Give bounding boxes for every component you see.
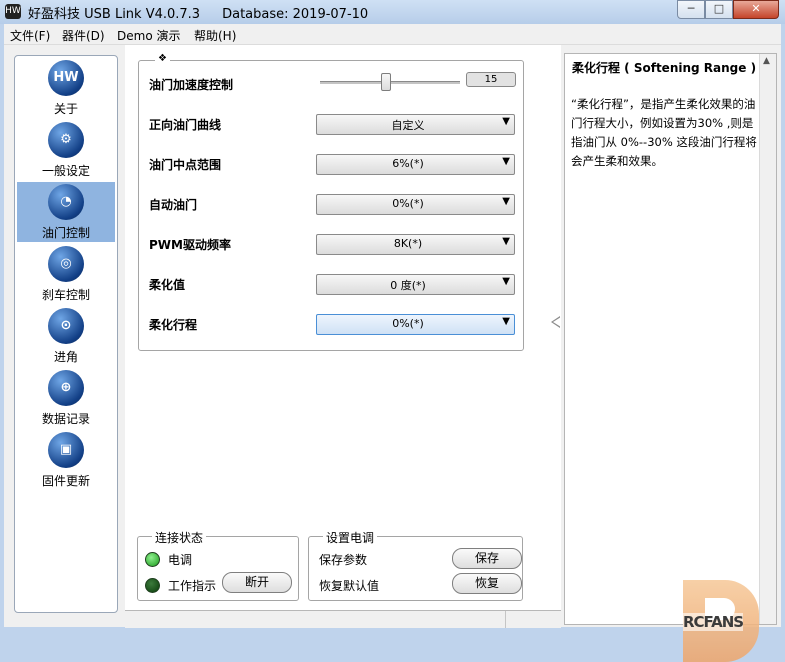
- menu-demo[interactable]: Demo 演示: [117, 27, 180, 44]
- nav-item-about[interactable]: HW 关于: [17, 58, 115, 118]
- select-value: 8K(*): [393, 237, 423, 250]
- softening-value-label: 柔化值: [149, 278, 186, 292]
- rcfans-watermark: RCFANS: [683, 580, 777, 662]
- nav-item-timing[interactable]: ⊙ 进角: [17, 306, 115, 366]
- nav-item-throttle[interactable]: ◔ 油门控制: [17, 182, 115, 242]
- database-date: Database: 2019-07-10: [222, 7, 369, 22]
- dropdown-arrow-icon: ▼: [502, 236, 510, 247]
- softening-range-label: 柔化行程: [149, 318, 198, 332]
- group-marker: ❖: [155, 53, 170, 64]
- pwm-frequency-select[interactable]: 8K(*) ▼: [316, 234, 515, 255]
- nav-panel: HW 关于 ⚙ 一般设定 ◔ 油门控制 ◎ 刹车控制 ⊙ 进角 ⊕ 数据记录 ▣…: [14, 55, 118, 613]
- main-panel: ❖ 油门加速度控制 15 正向油门曲线 自定义 ▼ 油门中点范围 6%(*) ▼…: [125, 45, 561, 628]
- menu-device[interactable]: 器件(D): [62, 27, 105, 44]
- motor-timing-icon: ⊙: [48, 308, 84, 344]
- dropdown-arrow-icon: ▼: [502, 156, 510, 167]
- gears-icon: ⚙: [48, 122, 84, 158]
- menu-file[interactable]: 文件(F): [10, 27, 50, 44]
- esc-settings-title: 设置电调: [323, 529, 378, 546]
- forward-curve-select[interactable]: 自定义 ▼: [316, 114, 515, 135]
- throttle-accel-value: 15: [466, 72, 516, 87]
- softening-range-select[interactable]: 0%(*) ▼: [316, 314, 515, 335]
- nav-item-data-log[interactable]: ⊕ 数据记录: [17, 368, 115, 428]
- close-button[interactable]: ✕: [733, 0, 779, 19]
- softening-value-select[interactable]: 0 度(*) ▼: [316, 274, 515, 295]
- globe-grid-icon: ⊕: [48, 370, 84, 406]
- status-segment: [125, 611, 506, 628]
- connection-status-title: 连接状态: [152, 529, 207, 546]
- select-value: 0%(*): [392, 197, 424, 210]
- neutral-range-select[interactable]: 6%(*) ▼: [316, 154, 515, 175]
- select-value: 0 度(*): [390, 279, 426, 292]
- brake-disc-icon: ◎: [48, 246, 84, 282]
- maximize-button[interactable]: □: [705, 0, 733, 19]
- scroll-up-icon[interactable]: ▲: [763, 56, 770, 66]
- nav-item-label: 固件更新: [41, 474, 90, 488]
- select-value: 自定义: [391, 119, 425, 132]
- hw-logo-icon: HW: [48, 60, 84, 96]
- dropdown-arrow-icon: ▼: [502, 116, 510, 127]
- watermark-text: RCFANS: [683, 613, 744, 631]
- help-scrollbar[interactable]: ▲: [759, 54, 776, 624]
- select-value: 0%(*): [392, 317, 424, 330]
- auto-throttle-select[interactable]: 0%(*) ▼: [316, 194, 515, 215]
- dropdown-arrow-icon: ▼: [502, 276, 510, 287]
- neutral-range-label: 油门中点范围: [149, 158, 222, 172]
- dropdown-arrow-icon: ▼: [502, 316, 510, 327]
- save-button[interactable]: 保存: [452, 548, 522, 569]
- restore-defaults-label: 恢复默认值: [319, 579, 380, 593]
- throttle-accel-slider[interactable]: [320, 73, 460, 91]
- pwm-frequency-label: PWM驱动频率: [149, 238, 231, 252]
- speedometer-icon: ◔: [48, 184, 84, 220]
- nav-item-firmware[interactable]: ▣ 固件更新: [17, 430, 115, 490]
- nav-item-label: 一般设定: [41, 164, 90, 178]
- restore-button[interactable]: 恢复: [452, 573, 522, 594]
- throttle-settings-group: ❖ 油门加速度控制 15 正向油门曲线 自定义 ▼ 油门中点范围 6%(*) ▼…: [138, 53, 524, 351]
- client-area: HW 关于 ⚙ 一般设定 ◔ 油门控制 ◎ 刹车控制 ⊙ 进角 ⊕ 数据记录 ▣…: [4, 45, 781, 662]
- nav-item-label: 油门控制: [41, 226, 90, 240]
- hw-logo-icon: HW: [5, 4, 21, 19]
- status-bar: [125, 610, 561, 628]
- window-controls: ─ □ ✕: [677, 0, 779, 19]
- auto-throttle-label: 自动油门: [149, 198, 198, 212]
- forward-curve-label: 正向油门曲线: [149, 118, 222, 132]
- help-title: 柔化行程 ( Softening Range ): [572, 61, 757, 75]
- info-pointer: [551, 316, 561, 328]
- select-value: 6%(*): [392, 157, 424, 170]
- nav-item-label: 刹车控制: [41, 288, 90, 302]
- esc-settings-group: 设置电调 保存参数 保存 恢复默认值 恢复: [308, 529, 523, 601]
- connection-status-group: 连接状态 电调 工作指示 断开: [137, 529, 299, 601]
- app-title: 好盈科技 USB Link V4.0.7.3: [28, 7, 201, 22]
- nav-item-label: 数据记录: [41, 412, 90, 426]
- nav-item-label: 关于: [53, 102, 78, 116]
- window-title: 好盈科技 USB Link V4.0.7.3 Database: 2019-07-…: [28, 3, 368, 22]
- nav-item-brake[interactable]: ◎ 刹车控制: [17, 244, 115, 304]
- chip-icon: ▣: [48, 432, 84, 468]
- work-indicator-label: 工作指示: [168, 579, 217, 593]
- help-text: “柔化行程”，是指产生柔化效果的油门行程大小，例如设置为30% ,则是指油门从 …: [571, 97, 757, 168]
- throttle-accel-label: 油门加速度控制: [149, 78, 234, 92]
- esc-status-led: [145, 552, 160, 567]
- nav-item-general[interactable]: ⚙ 一般设定: [17, 120, 115, 180]
- slider-thumb[interactable]: [381, 73, 391, 91]
- menu-help[interactable]: 帮助(H): [194, 27, 236, 44]
- work-indicator-led: [145, 578, 160, 593]
- help-panel: 柔化行程 ( Softening Range ) “柔化行程”，是指产生柔化效果…: [564, 53, 777, 625]
- nav-item-label: 进角: [53, 350, 78, 364]
- minimize-button[interactable]: ─: [677, 0, 705, 19]
- disconnect-button[interactable]: 断开: [222, 572, 292, 593]
- esc-status-label: 电调: [168, 553, 193, 567]
- menu-bar: 文件(F) 器件(D) Demo 演示 帮助(H): [4, 24, 781, 45]
- title-bar: HW 好盈科技 USB Link V4.0.7.3 Database: 2019-…: [0, 0, 785, 24]
- dropdown-arrow-icon: ▼: [502, 196, 510, 207]
- save-params-label: 保存参数: [319, 553, 368, 567]
